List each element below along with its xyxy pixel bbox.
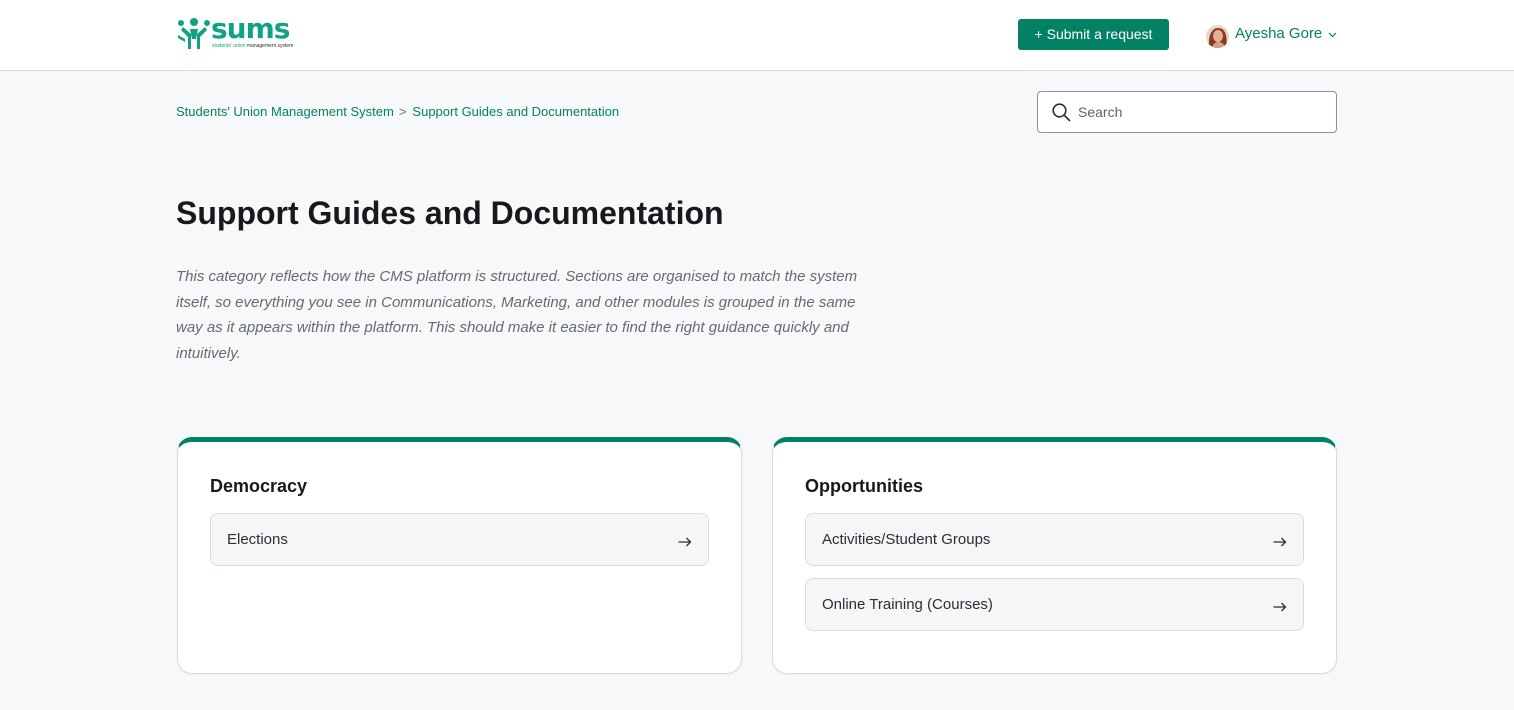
breadcrumb-separator: > (398, 104, 407, 119)
category-description: This category reflects how the CMS platf… (176, 268, 858, 363)
sums-logo[interactable]: sums students' union management system (177, 13, 295, 51)
section-link-elections[interactable]: Elections (210, 513, 709, 566)
section-label: Elections (227, 531, 288, 548)
chevron-down-icon (1328, 25, 1337, 43)
arrow-right-icon (1273, 599, 1287, 617)
site-header: sums students' union management system +… (0, 0, 1514, 71)
breadcrumb: Students' Union Management System > Supp… (176, 104, 619, 119)
submit-request-button[interactable]: + Submit a request (1018, 19, 1169, 50)
breadcrumb-item-current[interactable]: Support Guides and Documentation (412, 104, 619, 119)
search-icon (1052, 103, 1071, 127)
page-title: Support Guides and Documentation (176, 195, 724, 231)
card-title: Democracy (210, 476, 308, 496)
arrow-right-icon (1273, 534, 1287, 552)
section-link-online-training[interactable]: Online Training (Courses) (805, 578, 1304, 631)
search-box[interactable] (1037, 91, 1337, 133)
user-menu[interactable]: Ayesha Gore (1206, 22, 1337, 48)
user-name: Ayesha Gore (1235, 24, 1323, 42)
search-input[interactable] (1078, 92, 1328, 132)
breadcrumb-item-home[interactable]: Students' Union Management System (176, 104, 394, 119)
avatar (1206, 24, 1229, 48)
section-link-activities[interactable]: Activities/Student Groups (805, 513, 1304, 566)
category-card-opportunities: Opportunities Activities/Student Groups … (772, 437, 1337, 674)
card-title: Opportunities (805, 476, 923, 496)
people-logo-icon (178, 18, 210, 49)
arrow-right-icon (678, 534, 692, 552)
section-label: Activities/Student Groups (822, 531, 991, 548)
category-card-democracy: Democracy Elections (177, 437, 742, 674)
logo-wordmark: sums (211, 12, 290, 45)
section-label: Online Training (Courses) (822, 596, 993, 613)
logo-tagline: students' union management system (212, 43, 294, 49)
